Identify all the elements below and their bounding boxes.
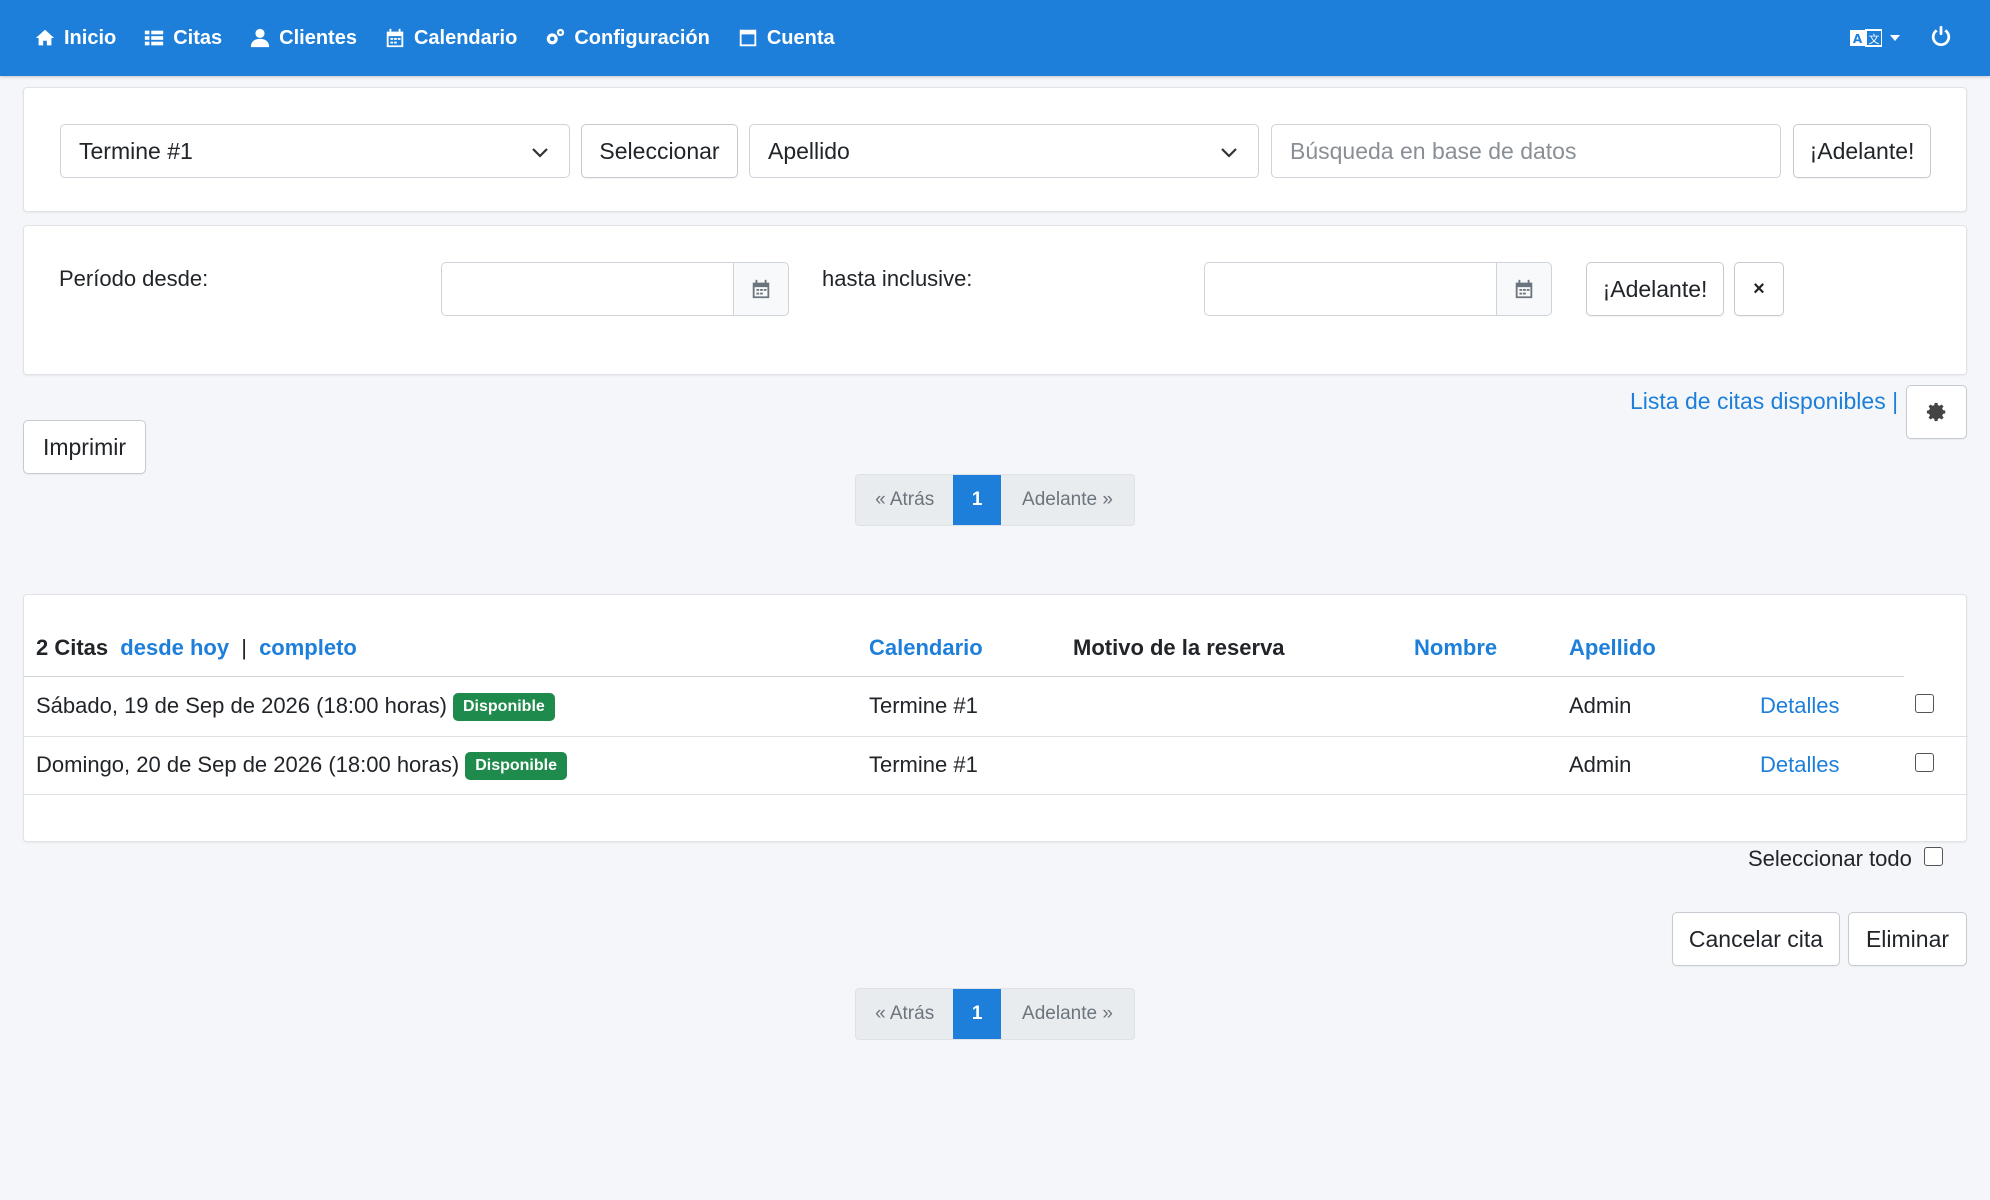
- field-select[interactable]: Apellido: [749, 124, 1259, 178]
- period-from-calendar-button[interactable]: [733, 262, 789, 316]
- row-2-date: Domingo, 20 de Sep de 2026 (18:00 horas)…: [36, 752, 567, 780]
- header-divider: [24, 676, 1904, 677]
- row-1-checkbox[interactable]: [1915, 694, 1934, 713]
- print-button[interactable]: Imprimir: [23, 420, 146, 474]
- nav-item-label: Inicio: [64, 26, 117, 49]
- settings-button[interactable]: [1906, 385, 1967, 439]
- filter-separator: |: [241, 635, 247, 660]
- pagination-next[interactable]: Adelante »: [1001, 475, 1134, 525]
- language-dropdown[interactable]: A文: [1850, 28, 1900, 48]
- search-go-button[interactable]: ¡Adelante!: [1793, 124, 1931, 178]
- chevron-down-icon: [1890, 35, 1900, 41]
- period-from-label: Período desde:: [59, 266, 209, 291]
- nav-item-label: Calendario: [413, 26, 518, 49]
- pagination-top: « Atrás 1 Adelante »: [855, 474, 1135, 526]
- status-badge: Disponible: [465, 752, 567, 780]
- filter-from-today-link[interactable]: desde hoy: [120, 635, 229, 660]
- select-all-checkbox[interactable]: [1923, 846, 1943, 866]
- pagination-next[interactable]: Adelante »: [1001, 989, 1134, 1039]
- calendar-select-value: Termine #1: [79, 137, 193, 164]
- top-navbar: Inicio Citas Clientes Calendario Configu…: [0, 0, 1990, 76]
- nav-item-label: Configuración: [574, 26, 710, 49]
- logout-button[interactable]: [1930, 25, 1952, 52]
- row-date-text: Domingo, 20 de Sep de 2026 (18:00 horas): [36, 752, 460, 777]
- nav-item-cuenta[interactable]: Cuenta: [737, 0, 835, 76]
- calendar-icon: [1515, 279, 1533, 299]
- pagination-bottom: « Atrás 1 Adelante »: [855, 988, 1135, 1040]
- row-2-details-link[interactable]: Detalles: [1760, 752, 1839, 778]
- chevron-down-icon: [532, 148, 548, 158]
- row-2-surname: Admin: [1569, 752, 1632, 777]
- period-clear-button[interactable]: ×: [1734, 262, 1784, 316]
- period-to-group: [1204, 262, 1552, 316]
- nav-item-clientes[interactable]: Clientes: [249, 0, 357, 76]
- row-1-calendar: Termine #1: [869, 693, 978, 718]
- row-1-date: Sábado, 19 de Sep de 2026 (18:00 horas) D…: [36, 693, 555, 721]
- nav-item-inicio[interactable]: Inicio: [34, 0, 116, 76]
- field-select-value: Apellido: [768, 137, 850, 164]
- row-1-surname: Admin: [1569, 693, 1632, 718]
- nav-item-calendario[interactable]: Calendario: [384, 0, 517, 76]
- calendar-icon: [386, 28, 404, 48]
- period-to-label: hasta inclusive:: [822, 266, 973, 291]
- period-to-calendar-button[interactable]: [1496, 262, 1552, 316]
- period-to-input[interactable]: [1204, 262, 1496, 316]
- appointments-count: 2 Citas: [36, 635, 109, 660]
- list-icon: [145, 30, 164, 46]
- period-go-button[interactable]: ¡Adelante!: [1586, 262, 1724, 316]
- status-badge: Disponible: [453, 693, 555, 721]
- nav-item-configuracion[interactable]: Configuración: [544, 0, 710, 76]
- nav-right: A文: [1850, 0, 1952, 76]
- select-all-area: Seleccionar todo: [1748, 846, 1943, 872]
- window-icon: [739, 29, 757, 47]
- toolbar-separator: |: [1892, 388, 1899, 414]
- search-card: Termine #1 Seleccionar Apellido Búsqueda…: [23, 87, 1967, 212]
- period-card: Período desde: hasta inclusive: ¡Adelant…: [23, 225, 1967, 375]
- filter-complete-link[interactable]: completo: [259, 635, 357, 660]
- select-all-label: Seleccionar todo: [1748, 846, 1912, 871]
- row-divider: [24, 794, 1968, 795]
- row-2-calendar: Termine #1: [869, 752, 978, 777]
- period-from-input[interactable]: [441, 262, 733, 316]
- nav-item-label: Clientes: [279, 26, 357, 49]
- available-appointments-link[interactable]: Lista de citas disponibles: [1630, 388, 1886, 414]
- row-divider: [24, 736, 1968, 737]
- pagination-page-1[interactable]: 1: [953, 475, 1001, 525]
- available-list-area: Lista de citas disponibles |: [1630, 388, 1898, 415]
- row-date-text: Sábado, 19 de Sep de 2026 (18:00 horas): [36, 693, 447, 718]
- chevron-down-icon: [1221, 148, 1237, 158]
- pagination-page-1[interactable]: 1: [953, 989, 1001, 1039]
- cogs-icon: [547, 28, 565, 45]
- power-icon: [1931, 25, 1951, 46]
- db-search-input[interactable]: Búsqueda en base de datos: [1271, 124, 1781, 178]
- gear-icon: [1926, 402, 1945, 422]
- table-count-area: 2 Citas desde hoy | completo: [36, 635, 357, 661]
- nav-item-label: Cuenta: [766, 26, 835, 49]
- language-icon: A文: [1850, 29, 1882, 47]
- select-button[interactable]: Seleccionar: [581, 124, 738, 178]
- svg-text:A: A: [1853, 32, 1863, 46]
- user-icon: [250, 28, 270, 48]
- calendar-icon: [752, 279, 770, 299]
- row-2-checkbox[interactable]: [1915, 753, 1934, 772]
- period-from-group: [441, 262, 789, 316]
- nav-item-label: Citas: [173, 26, 223, 49]
- cancel-appointment-button[interactable]: Cancelar cita: [1672, 912, 1840, 966]
- pagination-prev[interactable]: « Atrás: [856, 989, 953, 1039]
- header-calendar[interactable]: Calendario: [869, 635, 983, 661]
- header-surname[interactable]: Apellido: [1569, 635, 1656, 661]
- home-icon: [35, 29, 55, 46]
- header-name[interactable]: Nombre: [1414, 635, 1497, 661]
- header-reason: Motivo de la reserva: [1073, 635, 1285, 660]
- appointments-table-card: 2 Citas desde hoy | completo Calendario …: [23, 594, 1968, 842]
- calendar-select[interactable]: Termine #1: [60, 124, 570, 178]
- pagination-prev[interactable]: « Atrás: [856, 475, 953, 525]
- delete-button[interactable]: Eliminar: [1848, 912, 1967, 966]
- row-1-details-link[interactable]: Detalles: [1760, 693, 1839, 719]
- nav-item-citas[interactable]: Citas: [143, 0, 222, 76]
- svg-text:文: 文: [1869, 32, 1880, 46]
